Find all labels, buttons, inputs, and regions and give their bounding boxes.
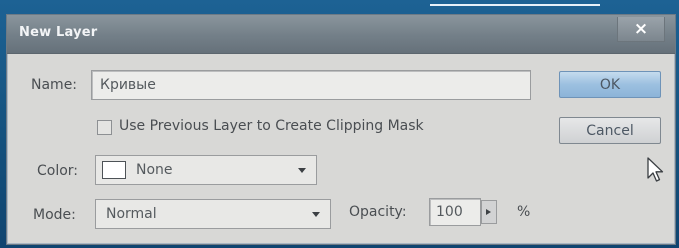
opacity-input[interactable]: 100 bbox=[429, 198, 481, 226]
color-select-value: None bbox=[136, 162, 173, 178]
mode-select[interactable]: Normal bbox=[95, 199, 331, 229]
color-select[interactable]: None bbox=[95, 155, 317, 185]
background-highlight bbox=[430, 4, 600, 6]
color-swatch bbox=[102, 161, 126, 179]
dialog-titlebar: New Layer × bbox=[7, 15, 675, 54]
color-label: Color: bbox=[37, 163, 79, 179]
clipping-mask-label[interactable]: Use Previous Layer to Create Clipping Ma… bbox=[119, 118, 424, 134]
opacity-unit: % bbox=[517, 204, 531, 220]
chevron-down-icon bbox=[298, 168, 306, 173]
close-button[interactable]: × bbox=[617, 17, 665, 42]
mode-select-value: Normal bbox=[106, 206, 157, 222]
name-label: Name: bbox=[31, 77, 78, 93]
cancel-button-label: Cancel bbox=[586, 122, 634, 139]
mode-label: Mode: bbox=[33, 207, 76, 223]
opacity-input-value: 100 bbox=[436, 204, 463, 220]
cancel-button[interactable]: Cancel bbox=[559, 117, 661, 144]
chevron-right-icon bbox=[486, 209, 491, 215]
clipping-mask-checkbox[interactable] bbox=[97, 120, 112, 135]
name-input[interactable]: Кривые bbox=[91, 70, 531, 100]
name-input-value: Кривые bbox=[100, 77, 156, 93]
ok-button[interactable]: OK bbox=[559, 71, 661, 98]
new-layer-dialog: New Layer × Name: Кривые Use Previous La… bbox=[6, 14, 676, 245]
opacity-label: Opacity: bbox=[349, 204, 407, 220]
close-icon: × bbox=[633, 18, 649, 39]
ok-button-label: OK bbox=[599, 76, 621, 93]
dialog-title: New Layer bbox=[19, 25, 98, 40]
mouse-pointer-icon bbox=[647, 157, 664, 182]
chevron-down-icon bbox=[312, 212, 320, 217]
opacity-stepper[interactable] bbox=[481, 200, 497, 224]
